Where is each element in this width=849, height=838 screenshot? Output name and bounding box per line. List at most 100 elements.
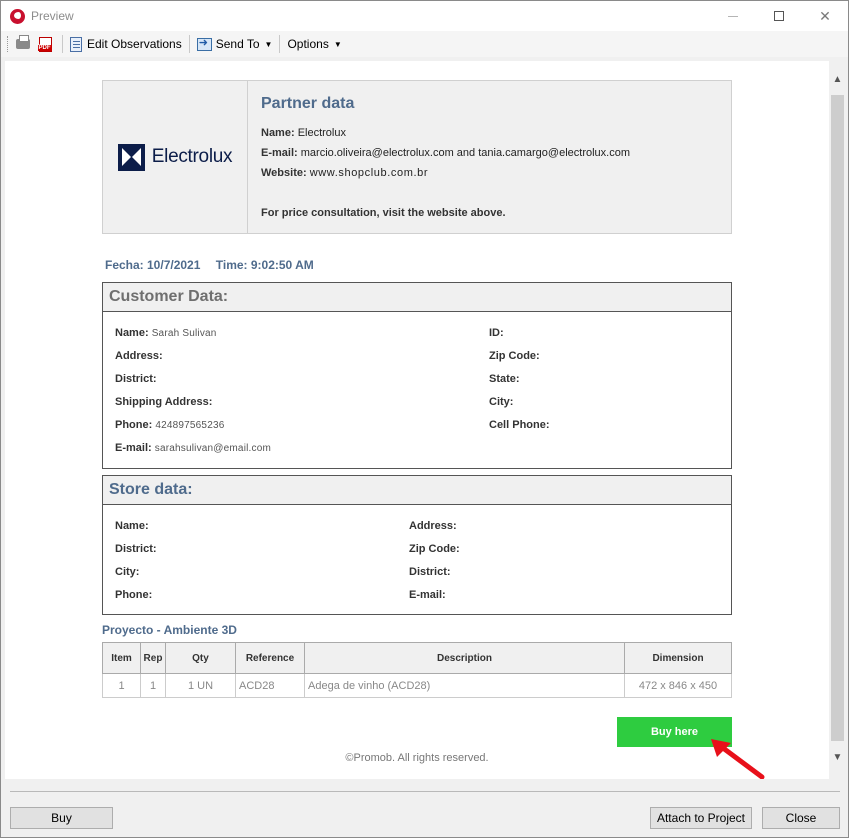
toolbar-separator <box>62 35 63 53</box>
partner-info: Partner data Name: Electrolux E-mail: ma… <box>261 95 630 223</box>
customer-email-label: E-mail: <box>115 442 152 454</box>
store-district-label: District: <box>115 543 157 555</box>
minimize-icon <box>728 15 738 17</box>
col-header-qty: Qty <box>165 642 236 674</box>
customer-email-value: sarahsulivan@email.com <box>154 443 272 454</box>
customer-district-label: District: <box>115 373 157 385</box>
store-address-label: Address: <box>409 520 457 532</box>
cell-dimension: 472 x 846 x 450 <box>624 673 732 698</box>
edit-document-icon <box>70 36 82 52</box>
maximize-icon <box>774 11 784 21</box>
col-header-dimension: Dimension <box>624 642 732 674</box>
col-header-item: Item <box>102 642 141 674</box>
customer-city-label: City: <box>489 396 514 408</box>
buy-button[interactable]: Buy <box>10 807 113 829</box>
report-datetime: Fecha: 10/7/2021 Time: 9:02:50 AM <box>105 258 314 272</box>
store-city-label: City: <box>115 566 140 578</box>
options-label: Options <box>287 37 329 51</box>
report-date: Fecha: 10/7/2021 <box>105 258 201 272</box>
customer-phone-label: Phone: <box>115 419 153 431</box>
customer-section-title: Customer Data: <box>103 283 731 312</box>
electrolux-logo-icon <box>117 143 145 171</box>
store-name-label: Name: <box>115 520 149 532</box>
footer-divider <box>10 791 840 792</box>
col-header-reference: Reference <box>235 642 305 674</box>
store-zip-label: Zip Code: <box>409 543 460 555</box>
send-to-icon <box>196 36 212 51</box>
export-pdf-button[interactable] <box>36 35 54 53</box>
edit-observations-button[interactable]: Edit Observations <box>67 33 185 55</box>
toolbar-separator <box>279 35 281 53</box>
col-header-rep: Rep <box>140 642 166 674</box>
title-bar: Preview ✕ <box>1 1 848 31</box>
partner-email-label: E-mail: <box>261 147 298 159</box>
printer-icon <box>16 35 30 49</box>
close-button[interactable]: Close <box>762 807 840 829</box>
customer-email-field: E-mail: sarahsulivan@email.com <box>115 442 271 454</box>
store-section-title: Store data: <box>103 476 731 505</box>
app-icon <box>10 9 25 24</box>
pdf-icon <box>37 36 52 52</box>
toolbar-grip[interactable] <box>7 36 10 52</box>
scroll-up-icon[interactable]: ▲ <box>829 71 846 88</box>
print-button[interactable] <box>14 35 32 53</box>
table-row: 1 1 1 UN ACD28 Adega de vinho (ACD28) 47… <box>102 673 732 698</box>
customer-state-label: State: <box>489 373 520 385</box>
customer-name-label: Name: <box>115 327 149 339</box>
partner-name-label: Name: <box>261 127 295 139</box>
toolbar-separator <box>188 35 190 53</box>
customer-zip-label: Zip Code: <box>489 350 540 362</box>
project-title: Proyecto - Ambiente 3D <box>102 623 237 637</box>
scrollbar-thumb[interactable] <box>831 95 844 741</box>
close-window-button[interactable]: ✕ <box>802 1 848 31</box>
attach-to-project-button[interactable]: Attach to Project <box>650 807 752 829</box>
customer-cell-label: Cell Phone: <box>489 419 550 431</box>
partner-name-value: Electrolux <box>297 127 346 139</box>
customer-address-label: Address: <box>115 350 163 362</box>
caret-down-icon: ▼ <box>264 39 273 49</box>
logo-text: Electrolux <box>151 146 233 167</box>
cell-rep: 1 <box>140 673 166 698</box>
items-table: Item Rep Qty Reference Description Dimen… <box>102 642 732 698</box>
partner-card: Electrolux Partner data Name: Electrolux… <box>102 80 732 234</box>
partner-note: For price consultation, visit the websit… <box>261 203 630 223</box>
customer-name-value: Sarah Sulivan <box>151 328 217 339</box>
edit-observations-label: Edit Observations <box>87 37 182 51</box>
customer-section: Customer Data: Name: Sarah Sulivan Addre… <box>102 282 732 469</box>
store-section: Store data: Name: District: City: Phone:… <box>102 475 732 615</box>
close-icon: ✕ <box>819 7 831 24</box>
partner-email-value: marcio.oliveira@electrolux.com and tania… <box>300 147 630 159</box>
customer-phone-value: 424897565236 <box>155 420 225 431</box>
minimize-button[interactable] <box>710 1 756 31</box>
store-email-label: E-mail: <box>409 589 446 601</box>
preview-window: Preview ✕ Edit Observations Send To ▼ Op… <box>0 0 849 838</box>
cell-description: Adega de vinho (ACD28) <box>304 673 625 698</box>
partner-website-label: Website: <box>261 167 307 179</box>
vertical-scrollbar[interactable]: ▲ ▼ <box>829 61 846 767</box>
caret-down-icon: ▼ <box>333 39 342 49</box>
scroll-down-icon[interactable]: ▼ <box>829 749 846 766</box>
partner-name-row: Name: Electrolux <box>261 123 630 143</box>
customer-phone-field: Phone: 424897565236 <box>115 419 224 431</box>
toolbar: Edit Observations Send To ▼ Options ▼ <box>1 31 848 57</box>
partner-website-value: www.shopclub.com.br <box>309 167 429 179</box>
options-dropdown[interactable]: Options ▼ <box>284 33 344 55</box>
store-district2-label: District: <box>409 566 451 578</box>
maximize-button[interactable] <box>756 1 802 31</box>
red-arrow-icon <box>711 739 765 779</box>
customer-shipping-label: Shipping Address: <box>115 396 213 408</box>
preview-content: Electrolux Partner data Name: Electrolux… <box>5 61 829 779</box>
partner-title: Partner data <box>261 95 355 112</box>
table-header-row: Item Rep Qty Reference Description Dimen… <box>102 642 732 674</box>
customer-name-field: Name: Sarah Sulivan <box>115 327 217 339</box>
col-header-description: Description <box>304 642 625 674</box>
send-to-dropdown[interactable]: Send To ▼ <box>194 33 276 55</box>
window-title: Preview <box>31 9 74 23</box>
partner-email-row: E-mail: marcio.oliveira@electrolux.com a… <box>261 143 630 163</box>
report-time: Time: 9:02:50 AM <box>215 258 314 272</box>
partner-logo-cell: Electrolux <box>103 81 248 233</box>
send-to-label: Send To <box>215 37 260 51</box>
partner-website-row: Website: www.shopclub.com.br <box>261 163 630 183</box>
store-phone-label: Phone: <box>115 589 153 601</box>
